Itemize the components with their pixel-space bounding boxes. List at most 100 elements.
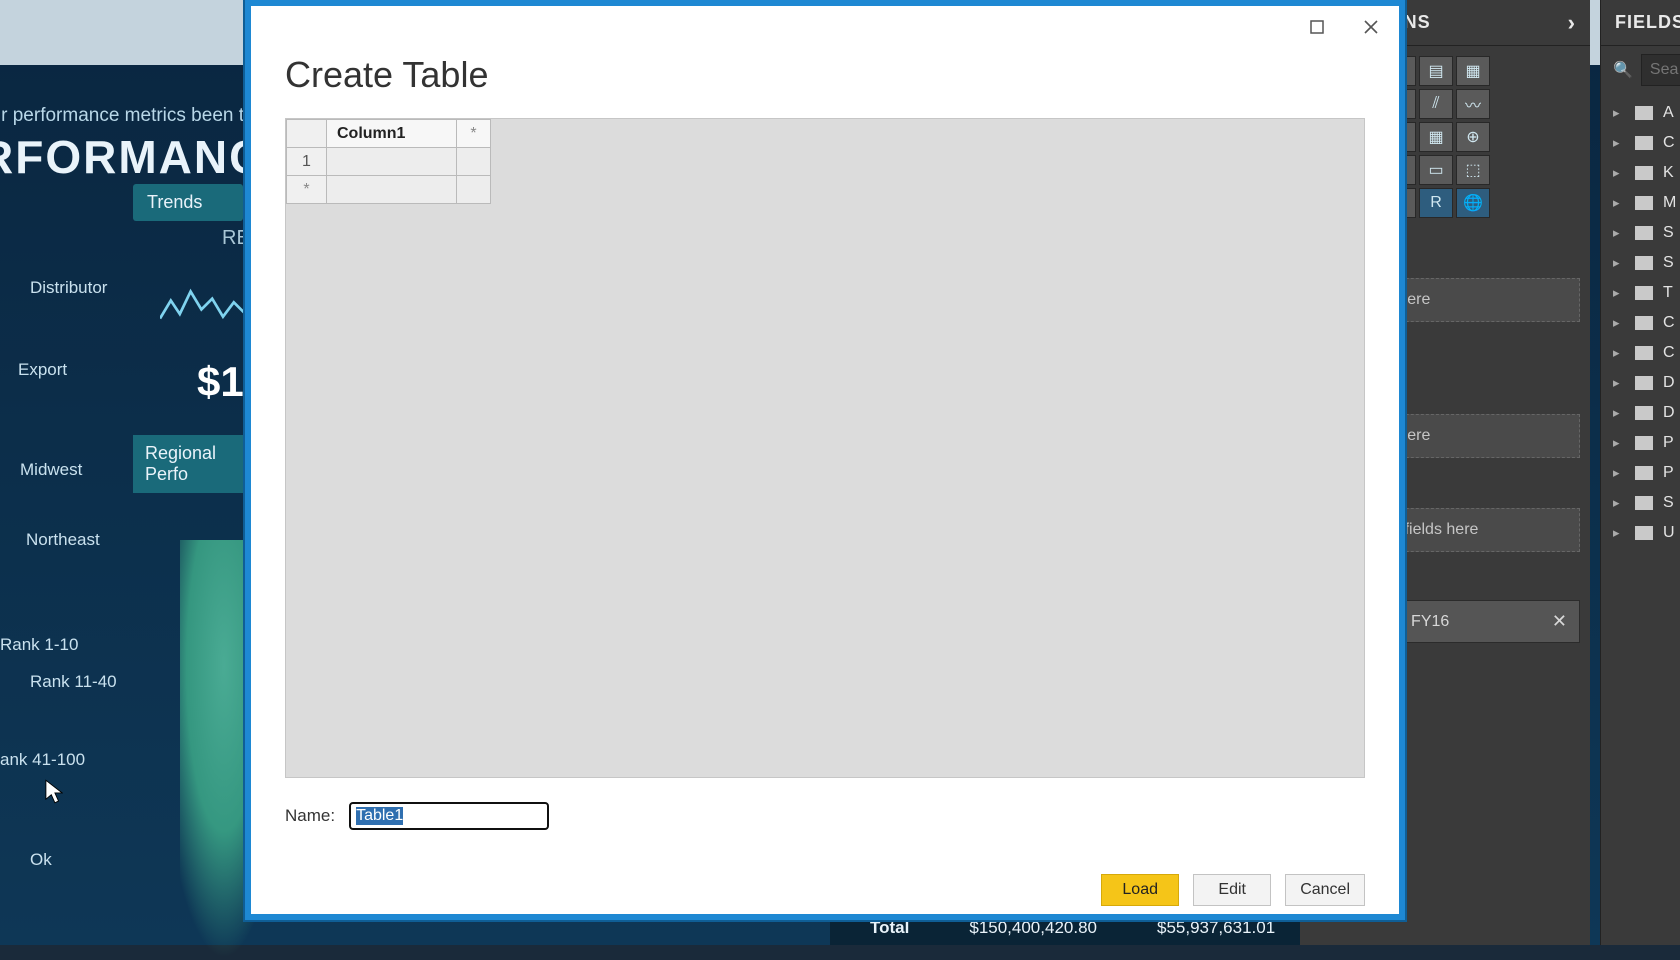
maximize-button[interactable] xyxy=(1295,8,1339,46)
chevron-right-icon: ▸ xyxy=(1613,405,1625,421)
total-val-1: $150,400,420.80 xyxy=(969,918,1097,938)
table-icon xyxy=(1635,196,1653,210)
dialog-title: Create Table xyxy=(251,48,1399,118)
fields-list: ▸A▸C▸K▸M▸S▸S▸T▸C▸C▸D▸D▸P▸P▸S▸U xyxy=(1601,98,1680,548)
chevron-right-icon: ▸ xyxy=(1613,255,1625,271)
legend-export: Export xyxy=(18,360,67,380)
field-table-item[interactable]: ▸D xyxy=(1601,398,1680,428)
field-table-item[interactable]: ▸S xyxy=(1601,248,1680,278)
viz-ribbon-icon[interactable]: 〰 xyxy=(1456,89,1490,119)
edit-button[interactable]: Edit xyxy=(1193,874,1271,906)
chevron-right-icon: ▸ xyxy=(1613,345,1625,361)
field-table-item[interactable]: ▸C xyxy=(1601,338,1680,368)
chevron-right-icon[interactable]: › xyxy=(1568,10,1576,36)
entry-table: Column1 * 1 * xyxy=(286,119,491,204)
field-label: M xyxy=(1663,194,1676,212)
table-icon xyxy=(1635,346,1653,360)
field-table-item[interactable]: ▸C xyxy=(1601,128,1680,158)
total-label: Total xyxy=(870,918,909,938)
field-table-item[interactable]: ▸K xyxy=(1601,158,1680,188)
table-icon xyxy=(1635,376,1653,390)
cancel-button[interactable]: Cancel xyxy=(1285,874,1365,906)
viz-map-icon[interactable]: ⊕ xyxy=(1456,122,1490,152)
total-val-2: $55,937,631.01 xyxy=(1157,918,1275,938)
legend-ok: Ok xyxy=(30,850,52,870)
field-label: C xyxy=(1663,344,1675,362)
field-label: D xyxy=(1663,374,1675,392)
field-label: K xyxy=(1663,164,1674,182)
table-name-input[interactable] xyxy=(349,802,549,830)
maximize-icon xyxy=(1310,20,1324,34)
table-entry-grid[interactable]: Column1 * 1 * xyxy=(285,118,1365,778)
field-table-item[interactable]: ▸U xyxy=(1601,518,1680,548)
field-table-item[interactable]: ▸D xyxy=(1601,368,1680,398)
tile-trends[interactable]: Trends xyxy=(133,184,243,221)
name-label: Name: xyxy=(285,806,335,826)
row-number-1[interactable]: 1 xyxy=(287,148,327,176)
legend-rank-41-100: ank 41-100 xyxy=(0,750,85,770)
corner-cell[interactable] xyxy=(287,120,327,148)
fields-title: FIELDS xyxy=(1615,12,1680,33)
field-table-item[interactable]: ▸C xyxy=(1601,308,1680,338)
table-icon xyxy=(1635,136,1653,150)
chevron-right-icon: ▸ xyxy=(1613,375,1625,391)
field-label: D xyxy=(1663,404,1675,422)
chevron-right-icon: ▸ xyxy=(1613,285,1625,301)
viz-globe-icon[interactable]: 🌐 xyxy=(1456,188,1490,218)
field-table-item[interactable]: ▸A xyxy=(1601,98,1680,128)
cell-addrow-addcol[interactable] xyxy=(457,176,491,204)
table-icon xyxy=(1635,286,1653,300)
viz-kpi-icon[interactable]: ⬚ xyxy=(1456,155,1490,185)
column-header-1[interactable]: Column1 xyxy=(327,120,457,148)
field-table-item[interactable]: ▸M xyxy=(1601,188,1680,218)
table-icon xyxy=(1635,256,1653,270)
dialog-titlebar xyxy=(251,6,1399,48)
field-table-item[interactable]: ▸T xyxy=(1601,278,1680,308)
table-icon xyxy=(1635,166,1653,180)
viz-100-column-icon[interactable]: ▦ xyxy=(1456,56,1490,86)
create-table-dialog: Create Table Column1 * 1 * Name: Load xyxy=(245,0,1405,920)
viz-card-icon[interactable]: ▭ xyxy=(1419,155,1453,185)
chevron-right-icon: ▸ xyxy=(1613,225,1625,241)
legend-rank-11-40: Rank 11-40 xyxy=(30,672,117,692)
sparkline-icon xyxy=(160,280,250,330)
search-icon: 🔍 xyxy=(1613,60,1633,80)
fields-search-input[interactable] xyxy=(1641,54,1680,86)
table-icon xyxy=(1635,496,1653,510)
cell-r1-c1[interactable] xyxy=(327,148,457,176)
legend-northeast: Northeast xyxy=(26,530,100,550)
cell-addrow-c1[interactable] xyxy=(327,176,457,204)
field-label: T xyxy=(1663,284,1673,302)
viz-combo-icon[interactable]: ⫽ xyxy=(1419,89,1453,119)
chevron-right-icon: ▸ xyxy=(1613,165,1625,181)
tile-regional-performance[interactable]: Regional Perfo xyxy=(133,435,253,493)
add-column-button[interactable]: * xyxy=(457,120,491,148)
field-table-item[interactable]: ▸S xyxy=(1601,488,1680,518)
field-label: P xyxy=(1663,434,1674,452)
field-table-item[interactable]: ▸P xyxy=(1601,428,1680,458)
viz-r-script-icon[interactable]: R xyxy=(1419,188,1453,218)
fields-header[interactable]: FIELDS xyxy=(1601,0,1680,46)
legend-distributor: Distributor xyxy=(30,278,107,298)
load-button[interactable]: Load xyxy=(1101,874,1179,906)
close-icon[interactable]: ✕ xyxy=(1552,611,1567,632)
legend-rank-1-10: Rank 1-10 xyxy=(0,635,78,655)
add-row-button[interactable]: * xyxy=(287,176,327,204)
table-icon xyxy=(1635,106,1653,120)
chevron-right-icon: ▸ xyxy=(1613,435,1625,451)
close-button[interactable] xyxy=(1349,8,1393,46)
cell-r1-addcol[interactable] xyxy=(457,148,491,176)
table-icon xyxy=(1635,406,1653,420)
viz-stacked-column-icon[interactable]: ▤ xyxy=(1419,56,1453,86)
table-icon xyxy=(1635,526,1653,540)
viz-treemap-icon[interactable]: ▦ xyxy=(1419,122,1453,152)
name-row: Name: xyxy=(251,778,1399,830)
chevron-right-icon: ▸ xyxy=(1613,495,1625,511)
field-label: C xyxy=(1663,134,1675,152)
chevron-right-icon: ▸ xyxy=(1613,525,1625,541)
field-table-item[interactable]: ▸P xyxy=(1601,458,1680,488)
field-table-item[interactable]: ▸S xyxy=(1601,218,1680,248)
chevron-right-icon: ▸ xyxy=(1613,315,1625,331)
cursor-icon xyxy=(45,779,63,805)
table-icon xyxy=(1635,316,1653,330)
